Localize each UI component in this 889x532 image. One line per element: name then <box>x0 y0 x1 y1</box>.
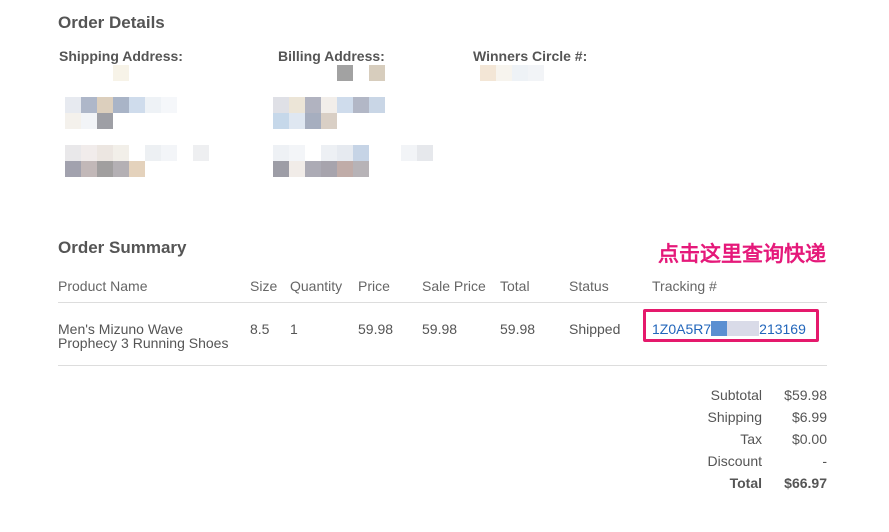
total-label: Total <box>729 475 762 491</box>
total-cell: 59.98 <box>500 321 536 337</box>
sale-price-cell: 59.98 <box>422 321 458 337</box>
subtotal-value: $59.98 <box>784 387 827 403</box>
col-header-quantity: Quantity <box>290 278 343 294</box>
table-row-divider <box>58 365 827 366</box>
col-header-product-name: Product Name <box>58 278 148 294</box>
tracking-number-suffix: 213169 <box>759 321 806 337</box>
product-name-line2: Prophecy 3 Running Shoes <box>58 335 229 351</box>
col-header-total: Total <box>500 278 530 294</box>
tracking-number-prefix: 1Z0A5R7 <box>652 321 712 337</box>
shipping-label: Shipping <box>707 409 763 425</box>
table-header-divider <box>58 302 827 303</box>
col-header-size: Size <box>250 278 278 294</box>
tracking-redaction <box>711 321 760 336</box>
quantity-cell: 1 <box>290 321 298 337</box>
tracking-number-link[interactable]: 1Z0A5R7 213169 <box>652 321 806 337</box>
tax-value: $0.00 <box>791 431 827 447</box>
col-header-tracking: Tracking # <box>652 278 717 294</box>
col-header-price: Price <box>358 278 390 294</box>
price-cell: 59.98 <box>358 321 394 337</box>
order-summary-title: Order Summary <box>58 238 187 257</box>
total-value: $66.97 <box>784 475 827 491</box>
discount-label: Discount <box>707 453 762 469</box>
discount-value: - <box>822 453 827 469</box>
subtotal-label: Subtotal <box>710 387 762 403</box>
shipping-address-label: Shipping Address: <box>59 48 183 64</box>
status-cell: Shipped <box>569 321 621 337</box>
tax-label: Tax <box>740 431 762 447</box>
col-header-sale-price: Sale Price <box>422 278 486 294</box>
annotation-callout: 点击这里查询快递 <box>658 242 826 266</box>
billing-address-label: Billing Address: <box>278 48 385 64</box>
shipping-value: $6.99 <box>791 409 827 425</box>
winners-circle-label: Winners Circle #: <box>473 48 588 64</box>
size-cell: 8.5 <box>250 321 270 337</box>
col-header-status: Status <box>569 278 609 294</box>
order-details-title: Order Details <box>58 13 165 32</box>
